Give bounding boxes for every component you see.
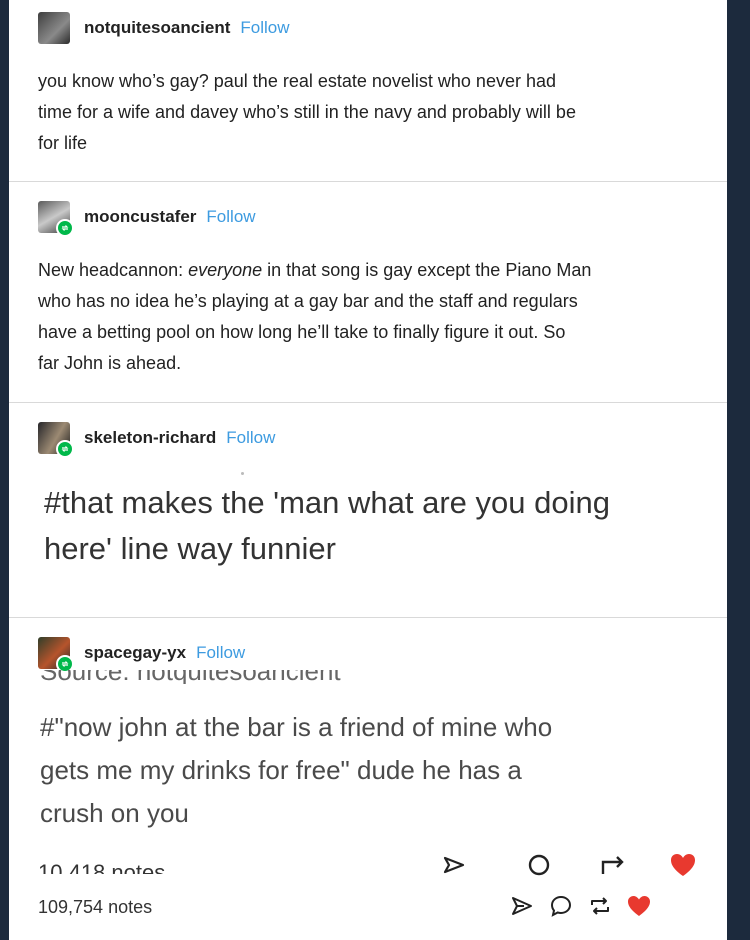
reblog-icon[interactable] [587,893,613,919]
post-tags-3: #that makes the 'man what are you doing … [44,480,704,572]
separator-dot [241,472,244,475]
post-body-2: New headcannon: everyone in that song is… [38,255,698,379]
cutoff-notes-text: 10,418 notes [38,860,166,874]
post-header-1: notquitesoancient Follow [38,12,290,44]
cutoff-heart-icon [669,852,697,876]
tag-line[interactable]: #"now john at the bar is a friend of min… [40,706,680,749]
username[interactable]: skeleton-richard [84,428,216,448]
text-line: time for a wife and davey who’s still in… [38,102,576,122]
notes-count[interactable]: 109,754 notes [38,897,152,918]
follow-button[interactable]: Follow [196,643,245,663]
follow-button[interactable]: Follow [240,18,289,38]
post-actions [509,893,652,919]
emphasis-text: everyone [188,260,263,280]
follow-button[interactable]: Follow [206,207,255,227]
post-header-2: mooncustafer Follow [38,201,256,237]
avatar[interactable] [38,637,74,673]
post-body-1: you know who’s gay? paul the real estate… [38,66,698,159]
post-header-3: skeleton-richard Follow [38,422,275,458]
post-header-4: spacegay-yx Follow [38,637,245,673]
avatar[interactable] [38,422,74,458]
text-line: who has no idea he’s playing at a gay ba… [38,291,578,311]
like-heart-icon[interactable] [626,893,652,919]
avatar[interactable] [38,201,74,237]
cutoff-text: Source: notquitesoancient [40,670,341,684]
text-line: far John is ahead. [38,353,182,373]
follow-button[interactable]: Follow [226,428,275,448]
cutoff-notes-count: 10,418 notes [38,858,165,874]
divider [9,617,727,618]
cutoff-source-text: Source: notquitesoancient [40,670,640,684]
cutoff-reply-icon [526,852,552,876]
reblog-badge-icon [56,219,74,237]
username[interactable]: spacegay-yx [84,643,186,663]
username[interactable]: notquitesoancient [84,18,230,38]
text-span: in that song is gay except the Piano Man [262,260,592,280]
cutoff-reblog-icon [599,852,627,876]
divider [9,181,727,182]
tag-line[interactable]: gets me my drinks for free" dude he has … [40,749,680,792]
post-card: notquitesoancient Follow you know who’s … [9,0,727,940]
post-tags-4: #"now john at the bar is a friend of min… [40,706,680,835]
text-line: New headcannon: everyone in that song is… [38,255,698,286]
tag-line[interactable]: #that makes the 'man what are you doing [44,480,704,526]
reblog-badge-icon [56,440,74,458]
tag-line[interactable]: here' line way funnier [44,526,704,572]
text-line: for life [38,133,88,153]
avatar[interactable] [38,12,70,44]
cutoff-share-icon [441,852,467,876]
tag-line[interactable]: crush on you [40,792,680,835]
share-icon[interactable] [509,893,535,919]
reply-icon[interactable] [548,893,574,919]
username[interactable]: mooncustafer [84,207,196,227]
text-line: you know who’s gay? paul the real estate… [38,71,556,91]
text-span: New headcannon: [38,260,189,280]
text-line: have a betting pool on how long he’ll ta… [38,322,566,342]
divider [9,402,727,403]
